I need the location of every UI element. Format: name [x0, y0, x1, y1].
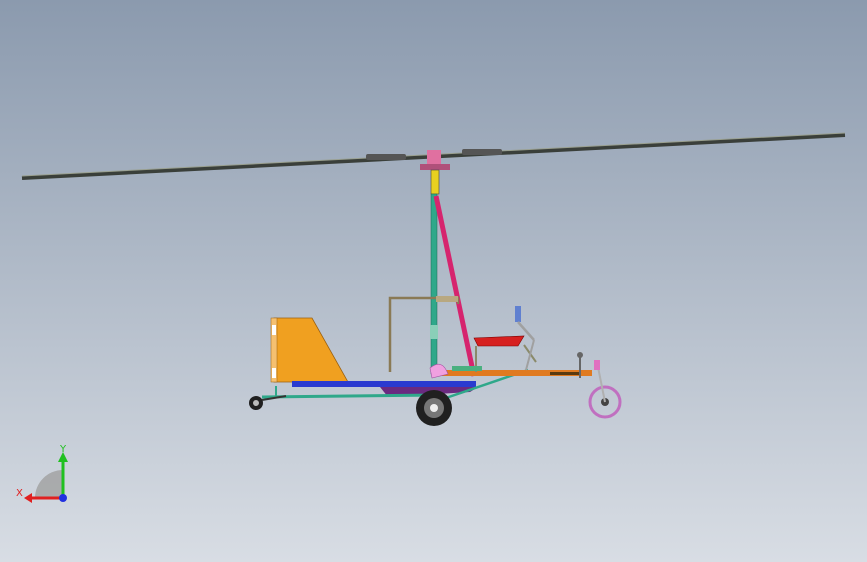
rotor-hub-block: [427, 150, 441, 164]
mast-tube: [430, 193, 438, 375]
rotor-blade-root-left: [366, 154, 406, 160]
control-stick-grip: [515, 306, 521, 322]
triad-z-axis: [59, 494, 67, 502]
orientation-triad: Y X: [16, 444, 68, 503]
rotor-head-bearing: [430, 169, 440, 195]
triad-x-label: X: [16, 488, 23, 499]
triad-x-arrow: [24, 493, 32, 503]
rotor-hub-plate: [420, 164, 450, 170]
mast-bracket: [430, 325, 438, 339]
tail-fin-surface: [273, 317, 349, 383]
lower-frame-rail: [261, 393, 441, 399]
seat-cushion: [473, 335, 525, 347]
main-wheel-hub: [430, 404, 438, 412]
main-wheel[interactable]: [416, 390, 452, 426]
mast[interactable]: [430, 193, 438, 375]
nose-fork-knob: [577, 352, 583, 358]
rudder-hinge-top: [272, 325, 276, 335]
triad-quadrant: [35, 470, 63, 498]
seat-frame-box[interactable]: [388, 296, 460, 372]
3d-viewport[interactable]: Y X: [0, 0, 867, 562]
rotor-blade-root-right: [462, 149, 502, 155]
mast-support-strut[interactable]: [433, 195, 477, 377]
rudder-hinge-bottom: [272, 368, 276, 378]
seat-rail: [452, 366, 482, 371]
keel-tube-body: [292, 381, 476, 387]
seat-frame-clamp: [436, 296, 458, 302]
seat-frame-tube: [388, 296, 460, 372]
tail-wheel-hub: [253, 400, 259, 406]
control-stick-linkage: [525, 339, 535, 371]
orange-frame[interactable]: [440, 352, 592, 378]
nose-wheel-mount: [594, 360, 600, 370]
model-scene[interactable]: Y X: [0, 0, 867, 562]
orange-frame-mount: [550, 372, 580, 375]
triad-y-label: Y: [59, 444, 67, 455]
nose-wheel[interactable]: [588, 360, 622, 419]
tail-fin[interactable]: [270, 317, 349, 383]
